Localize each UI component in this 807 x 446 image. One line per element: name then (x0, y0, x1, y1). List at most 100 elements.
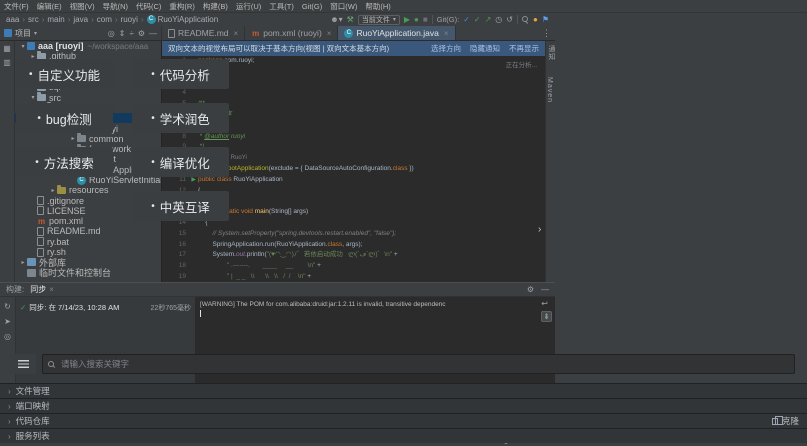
run-config-select[interactable]: 当前文件▾ (358, 15, 400, 25)
gutter[interactable]: 4 (162, 88, 198, 99)
build-tool-icon[interactable]: ◎ (4, 332, 11, 341)
tree-item-label: ry.bat (47, 237, 69, 247)
menu-item[interactable]: 运行(U) (232, 1, 265, 12)
assistant-search-input[interactable] (59, 358, 789, 370)
breadcrumb-item[interactable]: src (28, 15, 39, 24)
close-icon[interactable]: × (327, 29, 332, 38)
search-everywhere-button[interactable] (522, 16, 529, 23)
assistant-button-编译优化[interactable]: •编译优化 (132, 147, 229, 177)
gear-icon[interactable]: ⚙ (527, 285, 534, 294)
clone-button[interactable]: 克隆 (772, 415, 799, 427)
gutter[interactable]: 15 (162, 229, 198, 240)
breadcrumb-item[interactable]: RuoYiApplication (147, 15, 219, 24)
stripe-label-0[interactable]: 通知 (546, 45, 556, 61)
breadcrumb-item[interactable]: com (97, 15, 112, 24)
banner-link[interactable]: 不再显示 (509, 43, 539, 54)
menu-item[interactable]: 构建(B) (199, 1, 232, 12)
tree-item-ry.bat[interactable]: ry.bat (15, 237, 161, 247)
tree-arrow-icon[interactable]: ▸ (69, 135, 77, 142)
close-icon[interactable]: × (444, 29, 449, 38)
banner-link[interactable]: 隐藏通知 (470, 43, 500, 54)
build-sync-row[interactable]: ✓ 同步: 在 7/14/23, 10:28 AM 22秒765毫秒 (20, 302, 191, 313)
project-header-icon[interactable]: ◎ (108, 29, 115, 38)
tab-overflow-icon[interactable]: ⋮ (538, 26, 555, 40)
menu-item[interactable]: 文件(F) (0, 1, 33, 12)
hide-icon[interactable]: — (541, 285, 549, 294)
build-tool-icon[interactable]: ↻ (4, 302, 11, 311)
chevron-down-icon[interactable]: ▾ (34, 30, 37, 37)
menu-item[interactable]: 帮助(H) (361, 1, 394, 12)
build-hammer-icon[interactable]: ⚒ (347, 16, 354, 24)
menu-item[interactable]: 重构(R) (165, 1, 198, 12)
tree-arrow-icon[interactable]: ▸ (49, 187, 57, 194)
breadcrumb-item[interactable]: java (73, 15, 88, 24)
menu-item[interactable]: 工具(T) (265, 1, 298, 12)
run-button[interactable]: ▶ (404, 16, 410, 24)
panel-collapse-chevron[interactable]: › (538, 224, 541, 235)
menu-item[interactable]: Git(G) (298, 2, 326, 11)
scroll-end-icon[interactable]: ⇟ (541, 311, 552, 322)
menu-item[interactable]: 代码(C) (132, 1, 165, 12)
menu-item[interactable]: 窗口(W) (326, 1, 361, 12)
section-文件管理[interactable]: ›文件管理 (0, 383, 807, 398)
menu-item[interactable]: 视图(V) (66, 1, 99, 12)
section-代码仓库[interactable]: ›代码仓库克隆 (0, 413, 807, 428)
tree-item-src[interactable]: ▾src (15, 92, 161, 102)
breadcrumb-item[interactable]: main (47, 15, 64, 24)
user-menu-icon[interactable]: ☻▾ (330, 16, 342, 24)
assistant-button-中英互译[interactable]: •中英互译 (132, 191, 229, 221)
gutter[interactable]: 17 (162, 250, 198, 261)
breadcrumb-item[interactable]: aaa (6, 15, 19, 24)
stripe-icon[interactable]: ▦ (3, 44, 11, 53)
gutter[interactable]: 16 (162, 240, 198, 251)
debug-button[interactable]: ● (414, 16, 419, 24)
section-服务列表[interactable]: ›服务列表 (0, 428, 807, 443)
assistant-button-bug检测[interactable]: •bug检测 (16, 103, 113, 133)
banner-link[interactable]: 选择方向 (431, 43, 461, 54)
menu-item[interactable]: 导航(N) (99, 1, 132, 12)
git-update-button[interactable]: ✓ (463, 16, 470, 24)
close-icon[interactable]: × (49, 285, 54, 294)
gutter[interactable]: 8 (162, 132, 198, 143)
assistant-button-自定义功能[interactable]: •自定义功能 (16, 59, 113, 89)
tree-item-ry.sh[interactable]: ry.sh (15, 247, 161, 257)
gutter[interactable]: 18 (162, 261, 198, 272)
close-icon[interactable]: × (234, 29, 239, 38)
section-端口映射[interactable]: ›端口映射 (0, 398, 807, 413)
tree-arrow-icon[interactable]: ▾ (29, 94, 37, 101)
tree-item-readme.md[interactable]: README.md (15, 226, 161, 236)
project-header-icon[interactable]: ⇕ (119, 29, 126, 38)
rollback-button[interactable]: ↺ (506, 16, 513, 24)
project-header-icon[interactable]: ⚙ (138, 29, 145, 38)
tree-item-临时文件和控制台[interactable]: 临时文件和控制台 (15, 268, 161, 278)
build-tab-sync[interactable]: 同步 × (30, 284, 54, 295)
project-header-icon[interactable]: — (149, 29, 157, 38)
project-header-icon[interactable]: ÷ (129, 29, 133, 38)
stop-button[interactable]: ■ (423, 16, 428, 24)
tree-item-common[interactable]: ▸common (15, 134, 161, 144)
gutter[interactable]: 19 (162, 272, 198, 282)
breadcrumb-item[interactable]: ruoyi (121, 15, 138, 24)
history-button[interactable]: ◷ (495, 16, 502, 24)
assistant-button-学术润色[interactable]: •学术润色 (132, 103, 229, 133)
stripe-label-1[interactable]: Maven (546, 77, 553, 103)
soft-wrap-icon[interactable]: ↩ (541, 299, 552, 308)
git-push-button[interactable]: ↗ (485, 16, 492, 24)
menu-item[interactable]: 编辑(E) (33, 1, 66, 12)
project-panel-header[interactable]: 项目 ▾ ◎⇕÷⚙— (0, 26, 162, 40)
tab-pom-xml-ruoyi-[interactable]: pom.xml (ruoyi)× (245, 26, 338, 40)
stripe-icon[interactable]: ▥ (3, 58, 11, 67)
tree-item-aaa-ruoyi-[interactable]: ▾aaa [ruoyi]~/workspace/aaa (15, 41, 161, 51)
tree-arrow-icon[interactable]: ▸ (19, 259, 27, 266)
line-number: 17 (179, 250, 186, 261)
build-tool-icon[interactable]: ➤ (4, 317, 11, 326)
menu-button[interactable] (10, 354, 36, 374)
git-commit-button[interactable]: ✓ (474, 16, 481, 24)
tab-ruoyiapplication-java[interactable]: RuoYiApplication.java× (338, 26, 455, 40)
tab-readme-md[interactable]: README.md× (162, 26, 245, 40)
plugin-icon[interactable]: ⚑ (542, 16, 549, 24)
assistant-button-方法搜索[interactable]: •方法搜索 (16, 147, 113, 177)
settings-icon[interactable]: ● (533, 16, 538, 24)
assistant-button-代码分析[interactable]: •代码分析 (132, 59, 229, 89)
tree-arrow-icon[interactable]: ▾ (19, 43, 27, 50)
